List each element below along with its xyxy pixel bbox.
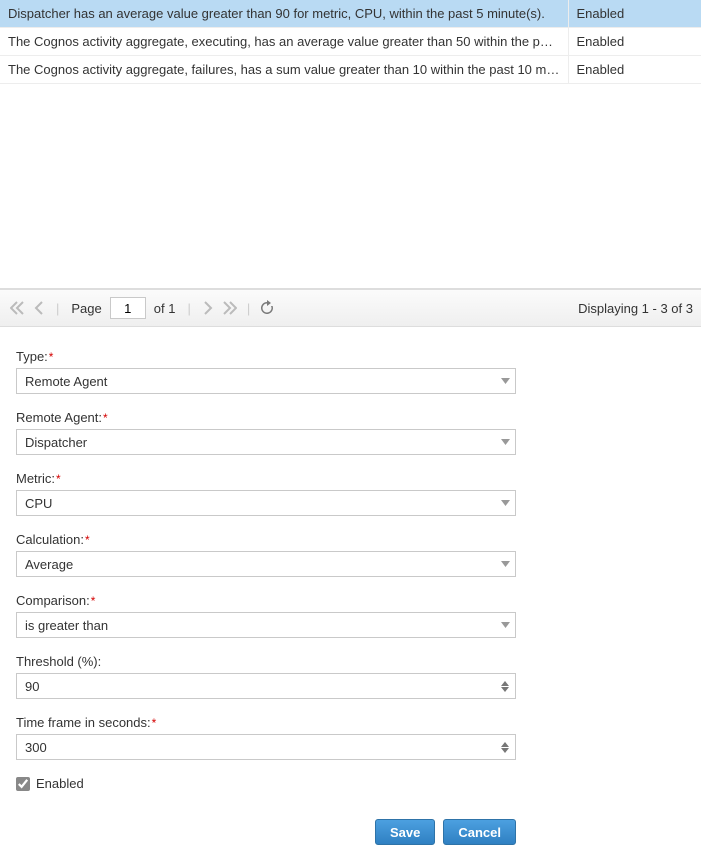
page-of-label: of 1	[154, 301, 176, 316]
required-indicator: *	[49, 350, 54, 364]
separator: |	[56, 301, 59, 316]
pager-bar: | Page of 1 | | Displaying 1 - 3 of 3	[0, 289, 701, 327]
enabled-checkbox-row: Enabled	[16, 776, 685, 791]
calculation-select[interactable]: Average	[16, 551, 516, 577]
pager-left: | Page of 1 | |	[8, 297, 276, 319]
time-frame-input[interactable]: 300	[16, 734, 516, 760]
required-indicator: *	[103, 411, 108, 425]
rule-description-cell: The Cognos activity aggregate, executing…	[0, 28, 568, 56]
field-calculation: Calculation:* Average	[16, 532, 516, 577]
prev-page-button[interactable]	[30, 299, 48, 317]
rules-table: Dispatcher has an average value greater …	[0, 0, 701, 84]
page-label: Page	[71, 301, 101, 316]
first-page-button[interactable]	[8, 299, 26, 317]
dropdown-icon[interactable]	[495, 430, 515, 454]
field-time-frame: Time frame in seconds:* 300	[16, 715, 516, 760]
enabled-label: Enabled	[36, 776, 84, 791]
next-page-button[interactable]	[199, 299, 217, 317]
rule-description-cell: The Cognos activity aggregate, failures,…	[0, 56, 568, 84]
rule-description-cell: Dispatcher has an average value greater …	[0, 0, 568, 28]
calculation-value: Average	[17, 557, 495, 572]
type-value: Remote Agent	[17, 374, 495, 389]
field-threshold: Threshold (%): 90	[16, 654, 516, 699]
separator: |	[247, 301, 250, 316]
type-label: Type:*	[16, 349, 516, 364]
time-frame-value: 300	[17, 740, 495, 755]
remote-agent-value: Dispatcher	[17, 435, 495, 450]
rule-status-cell: Enabled	[568, 56, 701, 84]
comparison-select[interactable]: is greater than	[16, 612, 516, 638]
remote-agent-select[interactable]: Dispatcher	[16, 429, 516, 455]
separator: |	[187, 301, 190, 316]
calculation-label: Calculation:*	[16, 532, 516, 547]
dropdown-icon[interactable]	[495, 369, 515, 393]
refresh-button[interactable]	[258, 299, 276, 317]
threshold-label: Threshold (%):	[16, 654, 516, 669]
rules-table-area: Dispatcher has an average value greater …	[0, 0, 701, 289]
table-row[interactable]: The Cognos activity aggregate, executing…	[0, 28, 701, 56]
save-button[interactable]: Save	[375, 819, 435, 845]
dropdown-icon[interactable]	[495, 552, 515, 576]
metric-select[interactable]: CPU	[16, 490, 516, 516]
dropdown-icon[interactable]	[495, 491, 515, 515]
comparison-value: is greater than	[17, 618, 495, 633]
comparison-label-text: Comparison:	[16, 593, 90, 608]
required-indicator: *	[56, 472, 61, 486]
field-metric: Metric:* CPU	[16, 471, 516, 516]
required-indicator: *	[152, 716, 157, 730]
button-bar: Save Cancel	[16, 819, 516, 845]
metric-label-text: Metric:	[16, 471, 55, 486]
threshold-input[interactable]: 90	[16, 673, 516, 699]
spinner-icon[interactable]	[495, 674, 515, 698]
required-indicator: *	[91, 594, 96, 608]
type-select[interactable]: Remote Agent	[16, 368, 516, 394]
field-comparison: Comparison:* is greater than	[16, 593, 516, 638]
threshold-value: 90	[17, 679, 495, 694]
display-message: Displaying 1 - 3 of 3	[578, 301, 693, 316]
spinner-icon[interactable]	[495, 735, 515, 759]
table-empty-space	[0, 84, 701, 288]
rule-status-cell: Enabled	[568, 0, 701, 28]
page-input[interactable]	[110, 297, 146, 319]
remote-agent-label: Remote Agent:*	[16, 410, 516, 425]
enabled-checkbox[interactable]	[16, 777, 30, 791]
last-page-button[interactable]	[221, 299, 239, 317]
field-remote-agent: Remote Agent:* Dispatcher	[16, 410, 516, 455]
form-area: Type:* Remote Agent Remote Agent:* Dispa…	[0, 327, 701, 855]
table-row[interactable]: Dispatcher has an average value greater …	[0, 0, 701, 28]
calculation-label-text: Calculation:	[16, 532, 84, 547]
rule-status-cell: Enabled	[568, 28, 701, 56]
comparison-label: Comparison:*	[16, 593, 516, 608]
time-frame-label: Time frame in seconds:*	[16, 715, 516, 730]
metric-label: Metric:*	[16, 471, 516, 486]
rules-table-body: Dispatcher has an average value greater …	[0, 0, 701, 84]
dropdown-icon[interactable]	[495, 613, 515, 637]
metric-value: CPU	[17, 496, 495, 511]
field-type: Type:* Remote Agent	[16, 349, 516, 394]
required-indicator: *	[85, 533, 90, 547]
table-row[interactable]: The Cognos activity aggregate, failures,…	[0, 56, 701, 84]
time-frame-label-text: Time frame in seconds:	[16, 715, 151, 730]
cancel-button[interactable]: Cancel	[443, 819, 516, 845]
remote-agent-label-text: Remote Agent:	[16, 410, 102, 425]
type-label-text: Type:	[16, 349, 48, 364]
